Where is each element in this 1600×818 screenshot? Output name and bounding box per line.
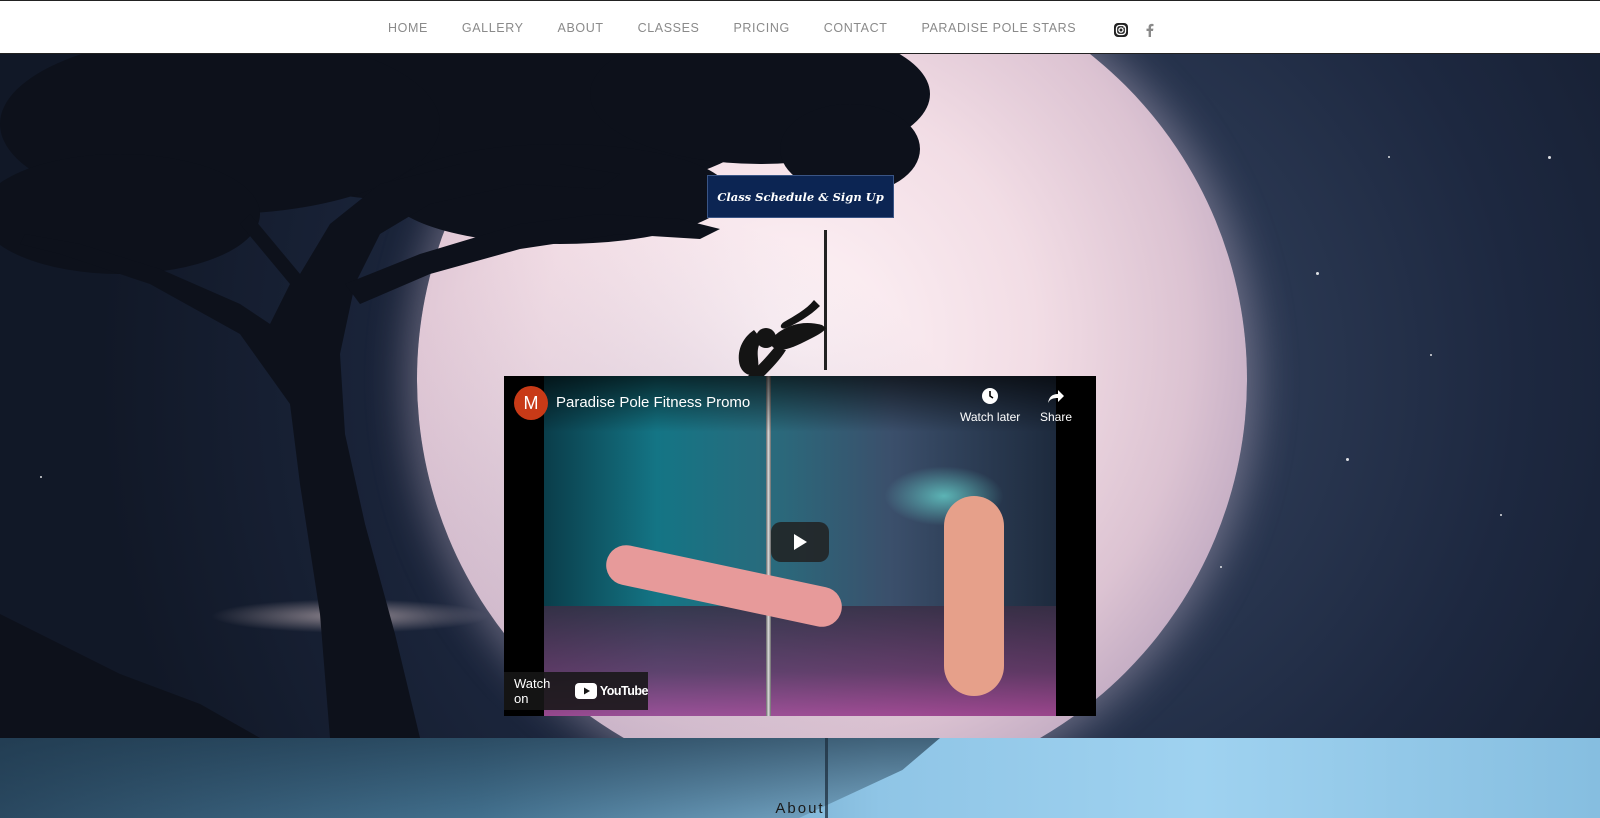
youtube-wordmark: YouTube [599, 684, 649, 698]
star [1500, 514, 1502, 516]
youtube-play-icon [574, 683, 597, 699]
nav-gallery[interactable]: GALLERY [462, 21, 524, 35]
share-label: Share [1040, 410, 1073, 424]
watch-on-youtube-button[interactable]: Watch on YouTube [504, 672, 649, 710]
channel-avatar[interactable]: M [514, 386, 548, 420]
star [1388, 156, 1390, 158]
watch-later-button[interactable]: Watch later [960, 386, 1020, 424]
watch-later-label: Watch later [960, 410, 1021, 424]
site-header: HOME GALLERY ABOUT CLASSES PRICING CONTA… [0, 0, 1600, 54]
dancer-figure [944, 496, 1004, 696]
share-button[interactable]: Share [1040, 386, 1072, 424]
star [1220, 566, 1222, 568]
youtube-video-embed[interactable]: M Paradise Pole Fitness Promo Watch late… [504, 376, 1096, 716]
star [1346, 458, 1349, 461]
star [1430, 354, 1432, 356]
play-button[interactable] [771, 522, 829, 562]
watch-on-label: Watch on [514, 676, 551, 706]
star [1548, 156, 1551, 159]
facebook-icon[interactable] [1141, 21, 1159, 39]
nav-classes[interactable]: CLASSES [638, 21, 700, 35]
nav-about[interactable]: ABOUT [558, 21, 604, 35]
class-schedule-button[interactable]: Class Schedule & Sign Up [707, 175, 894, 218]
nav-home[interactable]: HOME [388, 21, 428, 35]
video-title[interactable]: Paradise Pole Fitness Promo [556, 394, 750, 411]
youtube-logo: YouTube [574, 683, 649, 699]
nav-pricing[interactable]: PRICING [733, 21, 789, 35]
nav-contact[interactable]: CONTACT [824, 21, 888, 35]
instagram-icon[interactable] [1112, 21, 1130, 39]
social-links [1112, 21, 1159, 39]
about-section-title: About [775, 800, 825, 817]
share-icon [1048, 390, 1065, 403]
main-nav: HOME GALLERY ABOUT CLASSES PRICING CONTA… [388, 1, 1110, 55]
pole-dancer-silhouette [738, 300, 826, 380]
nav-paradise-pole-stars[interactable]: PARADISE POLE STARS [921, 21, 1076, 35]
star [1316, 272, 1319, 275]
play-icon [794, 534, 807, 550]
clock-icon [982, 388, 999, 404]
